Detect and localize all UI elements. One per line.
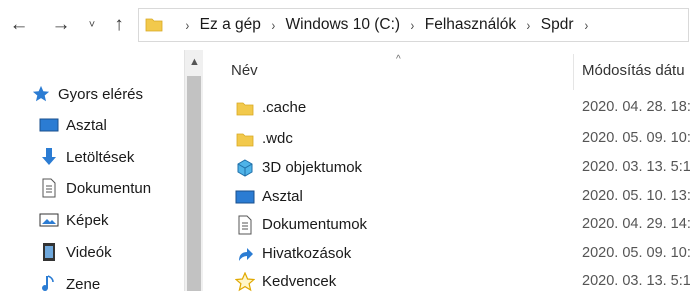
file-date: 2020. 05. 10. 13: — [582, 188, 690, 204]
3d-objects-icon — [235, 158, 255, 178]
folder-icon — [235, 98, 255, 118]
navigation-pane-scrollbar[interactable]: ▲ — [184, 50, 203, 291]
file-name: Kedvencek — [262, 273, 337, 290]
videos-icon — [38, 242, 60, 262]
file-row[interactable]: Hivatkozások 2020. 05. 09. 10: — [203, 240, 690, 268]
column-divider[interactable] — [573, 54, 574, 90]
up-arrow-icon[interactable]: ↑ — [108, 13, 130, 37]
back-arrow-icon[interactable]: ← — [6, 13, 32, 37]
sidebar-item-desktop[interactable]: Asztal — [38, 111, 212, 139]
file-name: Asztal — [262, 188, 303, 205]
file-row[interactable]: .cache 2020. 04. 28. 18: — [203, 94, 690, 122]
file-date: 2020. 03. 13. 5:1 — [582, 159, 690, 175]
file-name: Hivatkozások — [262, 245, 352, 262]
file-name: .cache — [262, 99, 307, 116]
document-icon — [38, 178, 60, 198]
file-date: 2020. 04. 28. 18: — [582, 99, 690, 115]
sidebar-item-pictures[interactable]: Képek — [38, 206, 212, 234]
breadcrumb-separator[interactable]: › — [584, 17, 588, 33]
pictures-icon — [38, 210, 60, 230]
file-row[interactable]: Kedvencek 2020. 03. 13. 5:1 — [203, 268, 690, 296]
sidebar-item-label: Asztal — [66, 116, 107, 134]
breadcrumb-separator[interactable]: › — [271, 17, 275, 33]
file-row[interactable]: .wdc 2020. 05. 09. 10: — [203, 125, 690, 153]
column-header-name[interactable]: Név — [231, 62, 258, 79]
breadcrumb-separator[interactable]: › — [185, 17, 189, 33]
music-icon — [38, 274, 60, 294]
file-row[interactable]: 3D objektumok 2020. 03. 13. 5:1 — [203, 154, 690, 182]
forward-arrow-icon[interactable]: → — [48, 13, 74, 37]
folder-icon — [235, 129, 255, 149]
sidebar-item-videos[interactable]: Videók — [38, 238, 112, 266]
sidebar-item-music[interactable]: Zene — [38, 270, 100, 298]
file-row[interactable]: Dokumentumok 2020. 04. 29. 14: — [203, 211, 690, 239]
file-name: 3D objektumok — [262, 159, 363, 176]
breadcrumb-users[interactable]: Felhasználók — [425, 16, 516, 34]
sidebar-item-label: Dokumentun — [66, 179, 152, 197]
column-header-date-modified[interactable]: Módosítás dátu — [582, 62, 685, 79]
breadcrumb-drive[interactable]: Windows 10 (C:) — [286, 16, 401, 34]
breadcrumb-this-pc[interactable]: Ez a gép — [200, 16, 261, 34]
sidebar-item-label: Letöltések — [66, 148, 135, 166]
breadcrumb-separator[interactable]: › — [527, 17, 531, 33]
file-name: .wdc — [262, 130, 293, 147]
desktop-icon — [235, 187, 255, 207]
recent-locations-chevron-icon[interactable]: ˅ — [84, 13, 100, 37]
breadcrumb-separator[interactable]: › — [411, 17, 415, 33]
sidebar-item-label: Zene — [66, 275, 101, 293]
breadcrumb-user-folder[interactable]: Spdr — [541, 16, 574, 34]
scrollbar-thumb[interactable] — [187, 76, 201, 291]
breadcrumb: › Ez a gép › Windows 10 (C:) › Felhaszná… — [175, 9, 598, 41]
sort-ascending-icon: ^ — [396, 54, 401, 65]
favorites-star-icon — [235, 272, 255, 292]
file-date: 2020. 05. 09. 10: — [582, 130, 690, 146]
navigation-pane: Gyors elérés Asztal Letöltések Dokumentu… — [0, 50, 212, 293]
column-header-row: ^ Név Módosítás dátu — [203, 50, 690, 90]
sidebar-item-label: Videók — [66, 243, 112, 261]
file-name: Dokumentumok — [262, 216, 368, 233]
file-date: 2020. 04. 29. 14: — [582, 216, 690, 232]
file-date: 2020. 05. 09. 10: — [582, 245, 690, 261]
sidebar-item-label: Gyors elérés — [58, 85, 144, 103]
navigation-bar: ← → ˅ ↑ › Ez a gép › Windows 10 (C:) › F… — [0, 0, 690, 50]
file-list: ^ Név Módosítás dátu .cache 2020. 04. 28… — [203, 50, 690, 292]
sidebar-item-label: Képek — [66, 211, 109, 229]
scroll-up-arrow-icon[interactable]: ▲ — [185, 56, 204, 70]
download-icon — [38, 147, 60, 167]
star-icon — [30, 84, 52, 104]
sidebar-item-documents[interactable]: Dokumentun — [38, 174, 212, 202]
sidebar-item-quick-access[interactable]: Gyors elérés — [30, 80, 143, 108]
sidebar-item-downloads[interactable]: Letöltések — [38, 143, 212, 171]
file-row[interactable]: Asztal 2020. 05. 10. 13: — [203, 183, 690, 211]
file-date: 2020. 03. 13. 5:1 — [582, 273, 690, 289]
folder-icon — [145, 18, 163, 32]
address-bar[interactable]: › Ez a gép › Windows 10 (C:) › Felhaszná… — [138, 8, 689, 42]
desktop-icon — [38, 115, 60, 135]
document-icon — [235, 215, 255, 235]
link-icon — [235, 244, 255, 264]
